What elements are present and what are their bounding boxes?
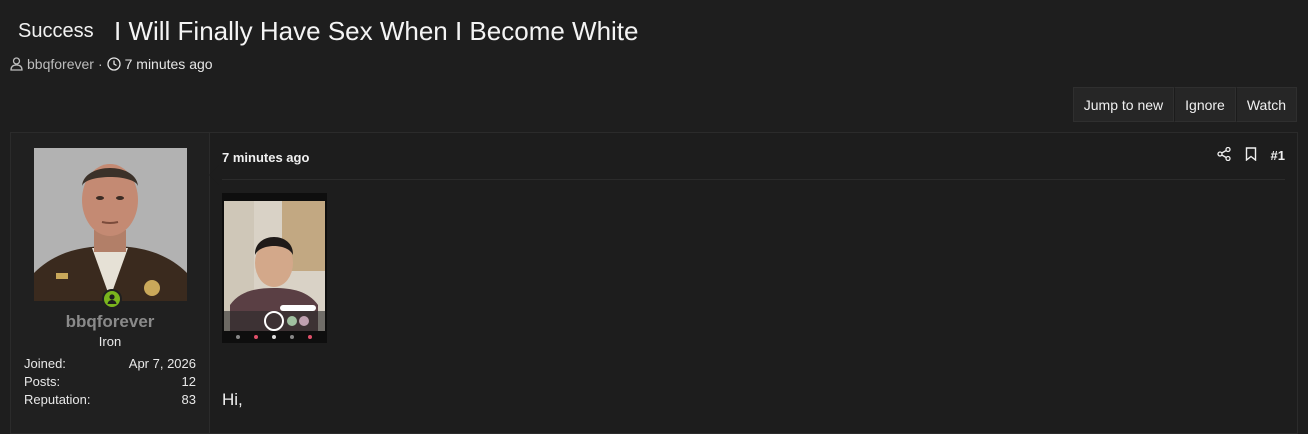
stat-value: 12 [181, 374, 196, 389]
thread-title: I Will Finally Have Sex When I Become Wh… [114, 16, 639, 46]
thread-author[interactable]: bbqforever [27, 56, 94, 72]
stat-posts: Posts: 12 [24, 373, 196, 391]
stat-reputation: Reputation: 83 [24, 391, 196, 409]
ignore-button[interactable]: Ignore [1174, 87, 1236, 122]
stat-value: 83 [181, 392, 196, 407]
jump-to-new-button[interactable]: Jump to new [1072, 87, 1175, 122]
share-icon[interactable] [1216, 146, 1231, 164]
post-body: Hi, [222, 390, 243, 409]
stat-label: Joined: [24, 356, 66, 371]
stat-label: Reputation: [24, 392, 91, 407]
stat-label: Posts: [24, 374, 61, 389]
online-status-icon [102, 289, 122, 309]
thread-actions: Jump to new Ignore Watch [1072, 87, 1297, 122]
stat-value: Apr 7, 2026 [128, 356, 196, 371]
post-username[interactable]: bbqforever [11, 312, 209, 332]
post-1: bbqforever Iron Joined: Apr 7, 2026 Post… [10, 132, 1298, 434]
post-actions: #1 [1216, 146, 1285, 164]
thread-meta: bbqforever · 7 minutes ago [10, 56, 213, 72]
user-cell: bbqforever Iron Joined: Apr 7, 2026 Post… [11, 133, 210, 433]
post-date[interactable]: 7 minutes ago [222, 150, 309, 165]
post-number[interactable]: #1 [1271, 148, 1285, 163]
stat-joined: Joined: Apr 7, 2026 [24, 355, 196, 373]
thread-prefix[interactable]: Success [10, 20, 102, 43]
post-header: 7 minutes ago #1 [222, 133, 1285, 180]
avatar[interactable] [34, 148, 187, 301]
clock-icon [106, 57, 121, 71]
user-stats: Joined: Apr 7, 2026 Posts: 12 Reputation… [24, 355, 196, 409]
user-icon [10, 57, 23, 71]
watch-button[interactable]: Watch [1235, 87, 1297, 122]
thread-time[interactable]: 7 minutes ago [125, 56, 213, 72]
attached-image[interactable] [222, 193, 327, 343]
message-arrow [209, 165, 219, 185]
bookmark-icon[interactable] [1245, 147, 1257, 164]
user-rank: Iron [98, 334, 122, 349]
meta-separator: · [97, 56, 103, 72]
